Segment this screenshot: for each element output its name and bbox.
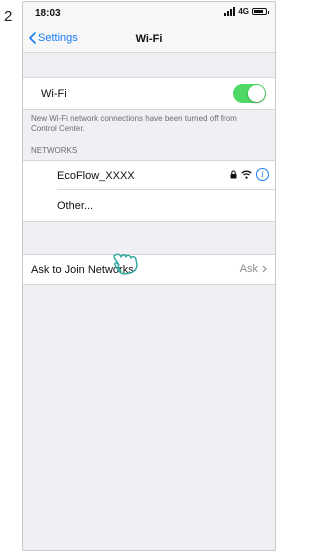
- wifi-signal-icon: [241, 170, 252, 179]
- toggle-knob: [248, 85, 265, 102]
- networks-group: EcoFlow_XXXX i Other...: [23, 160, 275, 222]
- ask-to-join-row[interactable]: Ask to Join Networks Ask: [23, 255, 275, 284]
- battery-icon: [252, 8, 269, 15]
- wifi-row: Wi-Fi: [23, 78, 275, 109]
- ask-to-join-value-wrap: Ask: [240, 263, 267, 275]
- info-icon[interactable]: i: [256, 168, 269, 181]
- status-indicators: 4G: [224, 7, 269, 16]
- step-number: 2: [4, 8, 13, 25]
- wifi-label: Wi-Fi: [41, 87, 67, 100]
- phone-screen: 18:03 4G Settings Wi-Fi Wi-Fi New Wi-Fi …: [22, 1, 276, 551]
- ask-to-join-group: Ask to Join Networks Ask: [23, 254, 275, 285]
- network-name: EcoFlow_XXXX: [57, 169, 135, 182]
- tap-hand-icon: [113, 253, 138, 275]
- signal-icon: [224, 7, 236, 16]
- wifi-group: Wi-Fi: [23, 77, 275, 110]
- chevron-right-icon: [262, 265, 267, 273]
- page-title: Wi-Fi: [135, 33, 163, 45]
- wifi-toggle[interactable]: [233, 84, 266, 103]
- network-row-other[interactable]: Other...: [23, 190, 275, 221]
- networks-header: NETWORKS: [31, 146, 78, 155]
- network-type: 4G: [238, 7, 249, 16]
- network-status-icons: i: [230, 168, 269, 181]
- control-center-notice: New Wi-Fi network connections have been …: [31, 114, 237, 133]
- status-time: 18:03: [35, 8, 61, 19]
- network-row-ecoflow[interactable]: EcoFlow_XXXX i: [23, 161, 275, 190]
- other-network-label: Other...: [57, 199, 94, 212]
- status-bar: 18:03 4G: [23, 2, 275, 26]
- navigation-bar: Settings Wi-Fi: [23, 26, 275, 53]
- ask-to-join-value: Ask: [239, 263, 258, 275]
- lock-icon: [230, 170, 237, 179]
